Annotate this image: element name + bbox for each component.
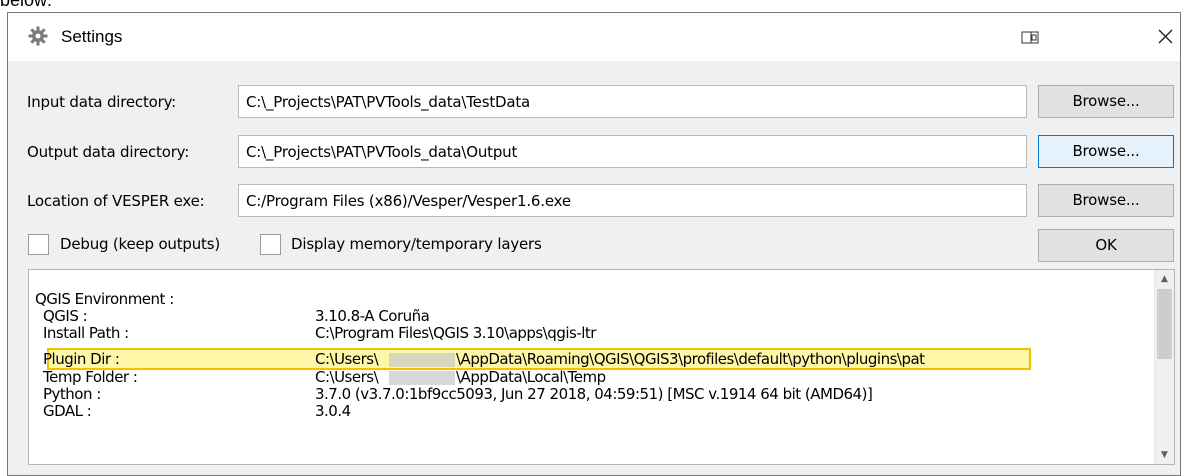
scroll-up-icon[interactable]: ▲ <box>1155 270 1174 288</box>
env-key-plugin-dir: Plugin Dir : <box>43 350 120 368</box>
env-value-install-path: C:\Program Files\QGIS 3.10\apps\qgis-ltr <box>315 324 596 342</box>
output-browse-button[interactable]: Browse... <box>1038 135 1174 168</box>
debug-checkbox[interactable] <box>28 234 49 255</box>
memory-layers-checkbox[interactable] <box>260 234 281 255</box>
input-browse-button[interactable]: Browse... <box>1038 85 1174 118</box>
redacted-username <box>389 353 455 367</box>
env-key-temp-folder: Temp Folder : <box>43 368 138 386</box>
env-key-gdal: GDAL : <box>43 402 92 420</box>
env-value-plugin-dir-suffix: \AppData\Roaming\QGIS\QGIS3\profiles\def… <box>456 350 925 368</box>
window-title: Settings <box>61 27 123 46</box>
vesper-exe-label: Location of VESPER exe: <box>27 192 205 210</box>
env-key-install-path: Install Path : <box>43 324 129 342</box>
env-value-temp-suffix: \AppData\Local\Temp <box>456 368 606 386</box>
redacted-username <box>389 371 455 385</box>
output-dir-label: Output data directory: <box>27 143 190 161</box>
input-dir-label: Input data directory: <box>27 93 177 111</box>
environment-textarea[interactable]: QGIS Environment : QGIS : 3.10.8-A Coruñ… <box>28 269 1175 465</box>
input-dir-field[interactable]: C:\_Projects\PAT\PVTools_data\TestData <box>238 85 1027 118</box>
env-value-python: 3.7.0 (v3.7.0:1bf9cc5093, Jun 27 2018, 0… <box>315 385 873 403</box>
scroll-down-icon[interactable]: ▼ <box>1155 446 1174 464</box>
title-bar[interactable]: Settings <box>8 13 1180 61</box>
vesper-exe-field[interactable]: C:/Program Files (x86)/Vesper/Vesper1.6.… <box>238 184 1027 217</box>
vesper-browse-button[interactable]: Browse... <box>1038 184 1174 217</box>
close-icon[interactable] <box>1148 21 1181 53</box>
env-value-plugin-dir-prefix: C:\Users\ <box>315 350 379 368</box>
gear-icon <box>28 26 48 46</box>
env-value-qgis: 3.10.8-A Coruña <box>315 307 430 325</box>
output-dir-field[interactable]: C:\_Projects\PAT\PVTools_data\Output <box>238 135 1027 168</box>
env-key-qgis: QGIS : <box>43 307 88 325</box>
ok-button[interactable]: OK <box>1038 229 1174 262</box>
memory-layers-label: Display memory/temporary layers <box>291 235 542 253</box>
restore-icon[interactable] <box>1011 25 1047 49</box>
env-value-gdal: 3.0.4 <box>315 402 351 420</box>
settings-dialog: Settings Input data directory: C:\_Proje… <box>7 12 1181 476</box>
vertical-scrollbar[interactable]: ▲ ▼ <box>1154 270 1174 464</box>
env-value-temp-prefix: C:\Users\ <box>315 368 379 386</box>
caption-text: below: <box>0 0 53 10</box>
scrollbar-thumb[interactable] <box>1157 289 1172 359</box>
env-key-python: Python : <box>43 385 101 403</box>
debug-checkbox-label: Debug (keep outputs) <box>60 235 220 253</box>
env-heading: QGIS Environment : <box>35 290 174 308</box>
